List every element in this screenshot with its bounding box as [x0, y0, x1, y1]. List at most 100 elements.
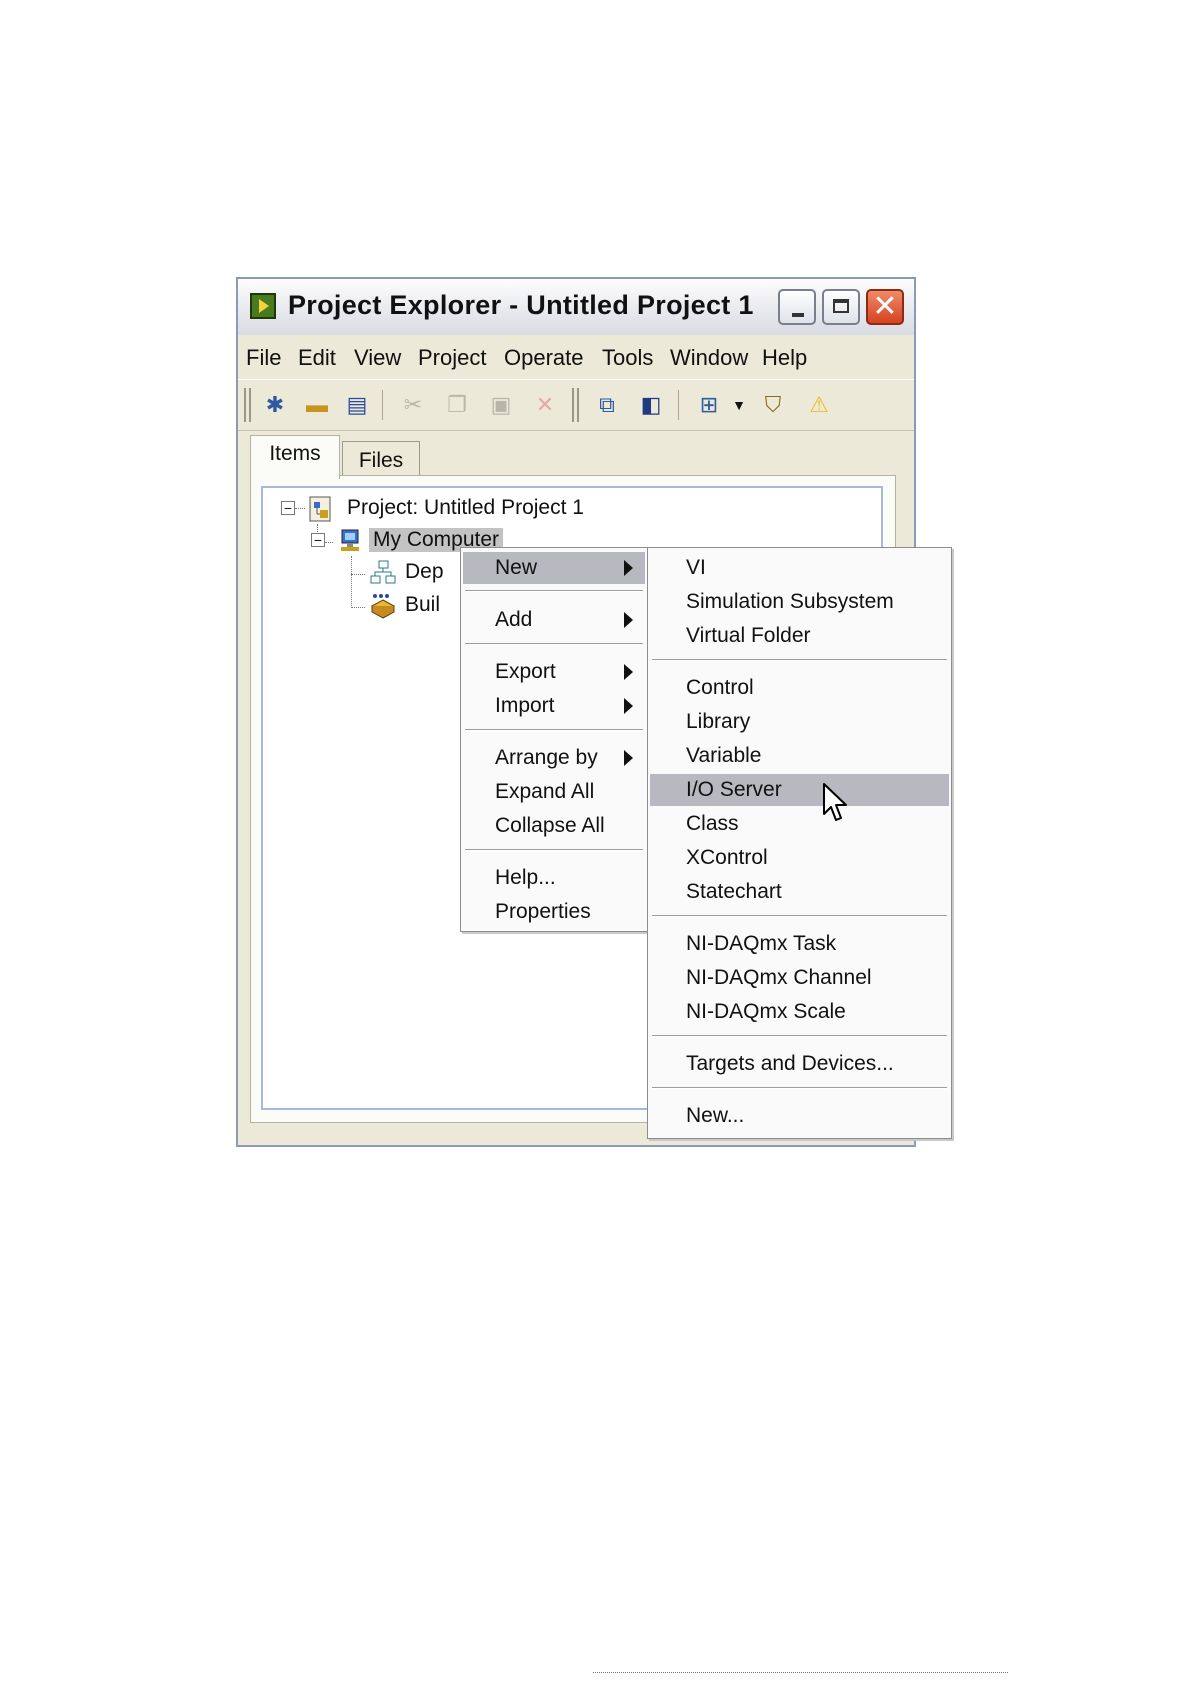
submenu-item-virtual-folder[interactable]: Virtual Folder [650, 620, 949, 652]
ctx-item-expand-all[interactable]: Expand All [463, 776, 645, 808]
tree-connector [351, 574, 365, 575]
submenu-arrow-icon [624, 750, 633, 766]
submenu-item-class[interactable]: Class [650, 808, 949, 840]
deploy-icon[interactable]: ⧉ [592, 390, 622, 420]
dropdown-arrow-icon[interactable]: ▼ [724, 390, 754, 420]
tree-row-project[interactable]: − Project: Untitled Project 1 [277, 494, 877, 524]
collapse-toggle[interactable]: − [281, 501, 295, 515]
ctx-item-label: Export [495, 660, 556, 683]
submenu-item-simulation-subsystem[interactable]: Simulation Subsystem [650, 586, 949, 618]
view-options-icon[interactable]: ⊞ [694, 390, 724, 420]
ctx-item-collapse-all[interactable]: Collapse All [463, 810, 645, 842]
ctx-item-help[interactable]: Help... [463, 862, 645, 894]
delete-icon[interactable]: ✕ [530, 390, 560, 420]
menu-tools[interactable]: Tools [602, 345, 653, 371]
submenu-item-statechart[interactable]: Statechart [650, 876, 949, 908]
submenu-item-label: VI [686, 556, 706, 579]
tree-label-dependencies: Dep [405, 560, 444, 583]
ctx-item-properties[interactable]: Properties [463, 896, 645, 928]
menu-file[interactable]: File [246, 345, 281, 371]
toolbar-grip[interactable] [572, 388, 579, 422]
menu-project[interactable]: Project [418, 345, 486, 371]
menu-window[interactable]: Window [670, 345, 748, 371]
menu-separator [465, 849, 643, 851]
tab-items[interactable]: Items [250, 435, 340, 479]
menu-separator [465, 643, 643, 645]
submenu-item-vi[interactable]: VI [650, 552, 949, 584]
tree-label-project: Project: Untitled Project 1 [347, 496, 584, 519]
submenu-item-new-dialog[interactable]: New... [650, 1100, 949, 1132]
context-menu: New Add Export Import Arrange by Expand … [460, 547, 648, 932]
submenu-item-daqmx-channel[interactable]: NI-DAQmx Channel [650, 962, 949, 994]
menu-view[interactable]: View [354, 345, 401, 371]
menu-separator [465, 590, 643, 592]
menu-separator [652, 1035, 947, 1037]
build-icon[interactable]: ◧ [636, 390, 666, 420]
submenu-item-control[interactable]: Control [650, 672, 949, 704]
collapse-toggle[interactable]: − [311, 533, 325, 547]
ctx-item-add[interactable]: Add [463, 604, 645, 636]
close-button[interactable]: ✕ [866, 289, 904, 325]
menu-separator [465, 729, 643, 731]
submenu-item-label: Targets and Devices... [686, 1052, 894, 1075]
paste-icon[interactable]: ▣ [486, 390, 516, 420]
minimize-button[interactable] [778, 289, 816, 325]
toolbar: ✱ ▬ ▤ ✂ ❐ ▣ ✕ ⧉ ◧ ⊞ ▼ ⛉ ⚠ [238, 379, 914, 431]
maximize-button[interactable] [822, 289, 860, 325]
window-title: Project Explorer - Untitled Project 1 [288, 290, 754, 320]
ctx-item-label: Collapse All [495, 814, 605, 837]
warning-icon[interactable]: ⚠ [804, 390, 834, 420]
submenu-item-daqmx-task[interactable]: NI-DAQmx Task [650, 928, 949, 960]
submenu-item-label: I/O Server [686, 778, 782, 801]
submenu-arrow-icon [624, 560, 633, 576]
submenu-item-label: NI-DAQmx Task [686, 932, 837, 955]
submenu-item-daqmx-scale[interactable]: NI-DAQmx Scale [650, 996, 949, 1028]
open-icon[interactable]: ▬ [302, 390, 332, 420]
toolbar-grip[interactable] [244, 388, 251, 422]
ctx-item-new[interactable]: New [463, 552, 645, 584]
submenu-item-xcontrol[interactable]: XControl [650, 842, 949, 874]
submenu-arrow-icon [624, 664, 633, 680]
maximize-icon [833, 299, 849, 313]
tab-strip: Items Files [238, 431, 914, 479]
submenu-item-label: Class [686, 812, 739, 835]
ctx-item-import[interactable]: Import [463, 690, 645, 722]
cut-icon[interactable]: ✂ [398, 390, 428, 420]
ctx-item-export[interactable]: Export [463, 656, 645, 688]
submenu-item-io-server[interactable]: I/O Server [650, 774, 949, 806]
page-footer-rule [593, 1672, 1008, 1673]
menu-operate[interactable]: Operate [504, 345, 584, 371]
mouse-cursor-icon [823, 783, 847, 821]
save-all-icon[interactable]: ▤ [342, 390, 372, 420]
close-icon: ✕ [872, 290, 898, 323]
copy-icon[interactable]: ❐ [442, 390, 472, 420]
new-submenu: VI Simulation Subsystem Virtual Folder C… [647, 547, 952, 1139]
labview-app-icon [250, 293, 276, 319]
submenu-item-label: Library [686, 710, 751, 733]
submenu-arrow-icon [624, 612, 633, 628]
toolbar-separator [382, 390, 383, 420]
source-control-icon[interactable]: ⛉ [758, 390, 788, 420]
submenu-item-label: Statechart [686, 880, 782, 903]
new-icon[interactable]: ✱ [260, 390, 290, 420]
menu-help[interactable]: Help [762, 345, 807, 371]
title-bar[interactable]: Project Explorer - Untitled Project 1 ✕ [238, 279, 914, 336]
submenu-item-label: New... [686, 1104, 745, 1127]
submenu-item-label: NI-DAQmx Scale [686, 1000, 846, 1023]
toolbar-separator [678, 390, 679, 420]
submenu-item-label: Control [686, 676, 754, 699]
ctx-item-arrange-by[interactable]: Arrange by [463, 742, 645, 774]
dependencies-icon [369, 559, 397, 587]
submenu-item-variable[interactable]: Variable [650, 740, 949, 772]
menu-separator [652, 659, 947, 661]
ctx-item-label: Import [495, 694, 555, 717]
tab-files[interactable]: Files [342, 441, 420, 479]
submenu-item-library[interactable]: Library [650, 706, 949, 738]
ctx-item-label: New [495, 556, 538, 579]
menu-edit[interactable]: Edit [298, 345, 336, 371]
submenu-item-label: NI-DAQmx Channel [686, 966, 872, 989]
menu-separator [652, 915, 947, 917]
submenu-arrow-icon [624, 698, 633, 714]
tree-connector [351, 607, 365, 608]
submenu-item-targets-and-devices[interactable]: Targets and Devices... [650, 1048, 949, 1080]
